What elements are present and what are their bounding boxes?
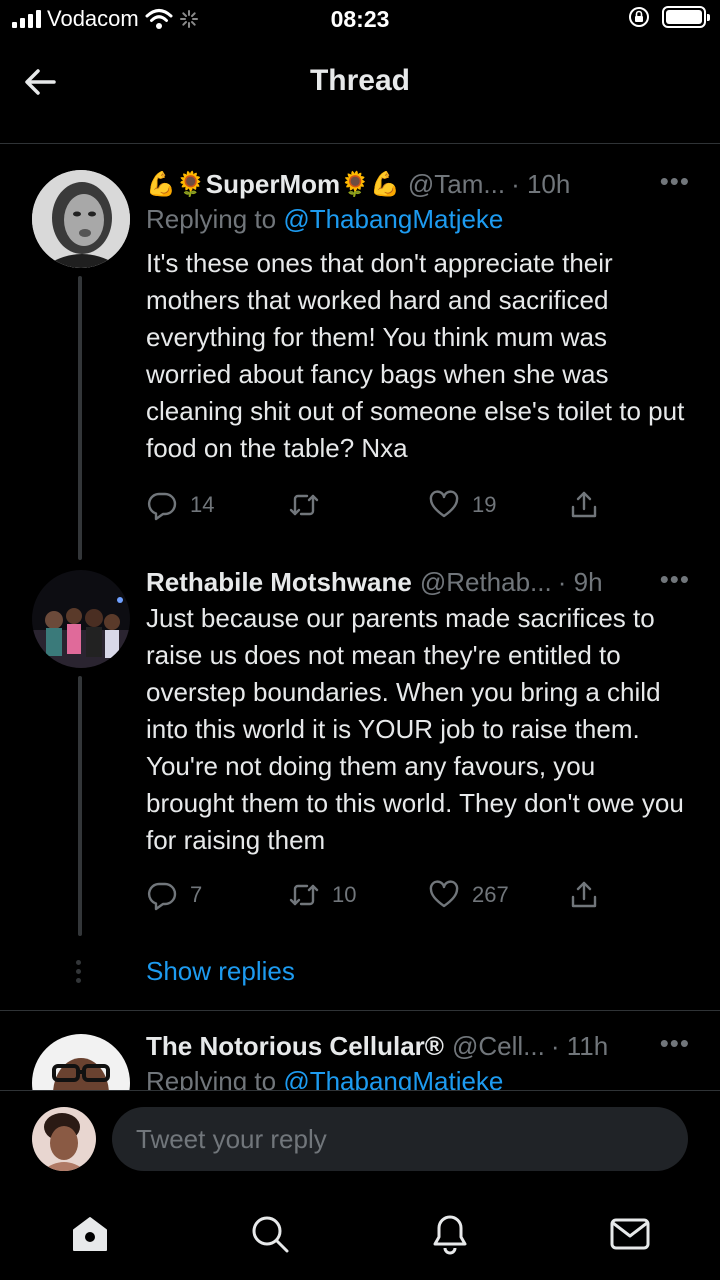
- share-icon: [571, 491, 597, 518]
- like-count: 19: [472, 492, 497, 517]
- mention-link[interactable]: @ThabangMatjeke: [283, 204, 503, 234]
- share-icon: [571, 881, 597, 908]
- author-name[interactable]: Rethabile Motshwane: [146, 567, 412, 598]
- tweet-header: The Notorious Cellular® @Cell... · 11h •…: [146, 1028, 690, 1064]
- tweet-time: · 10h: [511, 168, 571, 199]
- retweet-button[interactable]: [288, 489, 332, 521]
- avatar[interactable]: [32, 1107, 96, 1171]
- show-replies-link[interactable]: Show replies: [146, 956, 295, 987]
- author-handle[interactable]: @Cell...: [452, 1031, 545, 1062]
- status-bar: Vodacom 08:23: [0, 0, 720, 40]
- more-options-icon[interactable]: •••: [660, 1028, 690, 1059]
- tweet-content: Rethabile Motshwane @Rethab... · 9h ••• …: [146, 564, 690, 919]
- reply-count: 14: [190, 492, 215, 517]
- tab-bar: [0, 1190, 720, 1280]
- mention-link[interactable]: @ThabangMatjeke: [283, 1066, 503, 1090]
- more-options-icon[interactable]: •••: [660, 166, 690, 197]
- tweet-content: 💪🌻 SuperMom 🌻💪 @Tam... · 10h ••• Replyin…: [146, 166, 690, 529]
- tweet-time: · 9h: [557, 566, 603, 597]
- replying-to: Replying to @ThabangMatjeke: [146, 204, 690, 235]
- author-handle[interactable]: @Tam...: [408, 169, 505, 200]
- avatar[interactable]: [32, 570, 130, 668]
- thread-header: Thread: [0, 40, 720, 144]
- reply-button[interactable]: 14: [146, 489, 214, 521]
- divider: [0, 1010, 720, 1011]
- avatar[interactable]: [32, 1034, 130, 1090]
- like-button[interactable]: 19: [428, 489, 496, 521]
- like-count: 267: [472, 882, 509, 907]
- search-icon[interactable]: [248, 1212, 292, 1256]
- tweet-text: It's these ones that don't appreciate th…: [146, 248, 685, 463]
- tweet[interactable]: Rethabile Motshwane @Rethab... · 9h ••• …: [0, 562, 720, 942]
- tweet-header: Rethabile Motshwane @Rethab... · 9h •••: [146, 564, 690, 600]
- orientation-lock-icon: [629, 7, 649, 27]
- messages-icon[interactable]: [608, 1212, 652, 1256]
- name-emoji-prefix: 💪🌻: [146, 170, 206, 198]
- author-handle[interactable]: @Rethab...: [420, 567, 552, 598]
- share-button[interactable]: [568, 489, 600, 521]
- like-icon: [429, 880, 459, 908]
- replying-label: Replying to: [146, 204, 277, 234]
- retweet-icon: [289, 494, 319, 516]
- tweet-time: · 11h: [550, 1030, 609, 1061]
- like-icon: [429, 490, 459, 518]
- retweet-icon: [289, 884, 319, 906]
- tweet-text: Just because our parents made sacrifices…: [146, 603, 684, 855]
- share-button[interactable]: [568, 879, 600, 911]
- reply-icon: [147, 882, 177, 911]
- tweet-content: The Notorious Cellular® @Cell... · 11h •…: [146, 1028, 690, 1090]
- tweet-actions: 7 10 267: [146, 879, 690, 919]
- author-name[interactable]: SuperMom: [206, 169, 340, 200]
- thread-dots: [76, 960, 82, 987]
- notifications-icon[interactable]: [428, 1212, 472, 1256]
- retweet-button[interactable]: 10: [288, 879, 356, 911]
- tweet-header: 💪🌻 SuperMom 🌻💪 @Tam... · 10h •••: [146, 166, 690, 202]
- replying-to: Replying to @ThabangMatjeke: [146, 1066, 690, 1090]
- reply-icon: [147, 492, 177, 521]
- reply-count: 7: [190, 882, 203, 907]
- tweet[interactable]: 💪🌻 SuperMom 🌻💪 @Tam... · 10h ••• Replyin…: [0, 160, 720, 560]
- home-icon[interactable]: [68, 1212, 112, 1256]
- tweet[interactable]: The Notorious Cellular® @Cell... · 11h •…: [0, 1026, 720, 1090]
- status-time: 08:23: [330, 6, 390, 32]
- name-emoji-suffix: 🌻💪: [340, 170, 400, 198]
- status-right: [628, 6, 710, 28]
- like-button[interactable]: 267: [428, 879, 509, 911]
- replying-label: Replying to: [146, 1066, 277, 1090]
- avatar[interactable]: [32, 170, 130, 268]
- reply-composer: [0, 1090, 720, 1190]
- tweet-actions: 14 19: [146, 489, 690, 529]
- thread-line: [78, 676, 82, 936]
- more-options-icon[interactable]: •••: [660, 564, 690, 595]
- retweet-count: 10: [332, 882, 357, 907]
- battery-icon: [662, 6, 710, 28]
- thread-line: [78, 276, 82, 560]
- author-name[interactable]: The Notorious Cellular®: [146, 1031, 444, 1062]
- reply-button[interactable]: 7: [146, 879, 202, 911]
- page-title: Thread: [309, 64, 411, 97]
- reply-input[interactable]: [112, 1107, 688, 1171]
